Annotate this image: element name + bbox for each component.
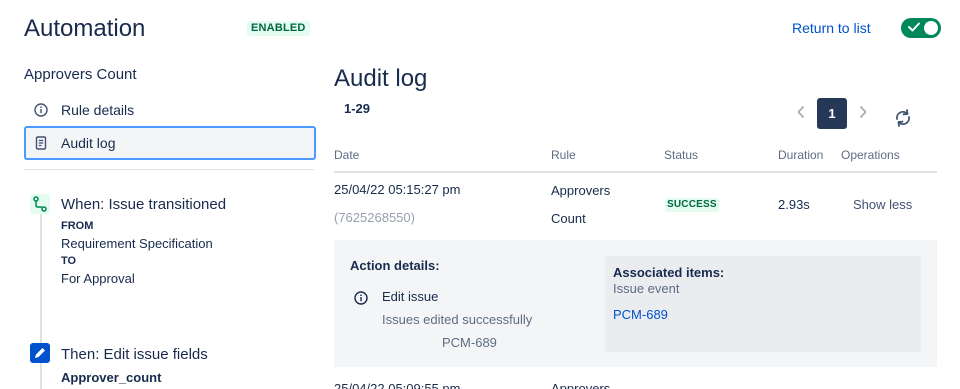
from-value: Requirement Specification [61,236,213,251]
action-details-title: Action details: [350,258,440,273]
table-header-divider [334,171,937,173]
rule-name: Approvers Count [24,66,137,83]
to-value: For Approval [61,271,135,286]
info-icon [34,103,48,117]
from-label: FROM [61,220,94,232]
action-message: Issues edited successfully [382,312,533,327]
action-title[interactable]: Then: Edit issue fields [61,346,208,363]
toggle-knob [924,21,938,35]
associated-issue-link[interactable]: PCM-689 [613,307,668,322]
rule-enabled-toggle[interactable] [901,18,941,38]
row-date: 25/04/22 05:15:27 pm [334,182,461,197]
sidebar-item-rule-details[interactable]: Rule details [24,93,316,127]
status-badge: SUCCESS [665,198,719,212]
row-rule-line1: Approvers [551,183,611,198]
check-icon [908,22,920,32]
associated-items-title: Associated items: [613,265,725,280]
sidebar-item-label: Audit log [61,135,116,151]
return-to-list-link[interactable]: Return to list [792,20,871,36]
chevron-right-icon[interactable] [856,104,870,120]
column-header-date: Date [334,148,360,162]
page-1-button[interactable]: 1 [817,98,847,129]
column-header-operations: Operations [841,148,900,162]
column-header-rule: Rule [551,148,576,162]
associated-items-subtitle: Issue event [613,281,680,296]
sidebar-divider [24,169,314,170]
row-duration: 2.93s [778,197,810,212]
sidebar-item-audit-log[interactable]: Audit log [24,126,316,160]
column-header-status: Status [664,148,699,162]
action-field-name: Approver_count [61,370,162,385]
refresh-icon[interactable] [893,108,913,128]
audit-log-title: Audit log [334,65,428,92]
to-label: TO [61,255,77,267]
document-icon [35,136,47,150]
sidebar-item-label: Rule details [61,102,135,118]
pencil-icon [30,343,50,363]
trigger-title[interactable]: When: Issue transitioned [61,196,226,213]
transition-icon [30,194,50,214]
page-title: Automation [24,15,146,42]
next-row-rule: Approvers [551,381,611,389]
info-icon [354,291,368,305]
chevron-left-icon[interactable] [794,104,808,120]
action-issue-key: PCM-689 [442,335,497,350]
result-range: 1-29 [344,101,371,116]
column-header-duration: Duration [778,148,824,162]
next-row-date: 25/04/22 05:09:55 pm [334,381,461,389]
row-log-id: (7625268550) [334,210,415,225]
enabled-badge: ENABLED [247,21,310,36]
action-name: Edit issue [382,289,439,304]
show-less-button[interactable]: Show less [853,197,912,212]
row-rule-line2: Count [551,211,586,226]
